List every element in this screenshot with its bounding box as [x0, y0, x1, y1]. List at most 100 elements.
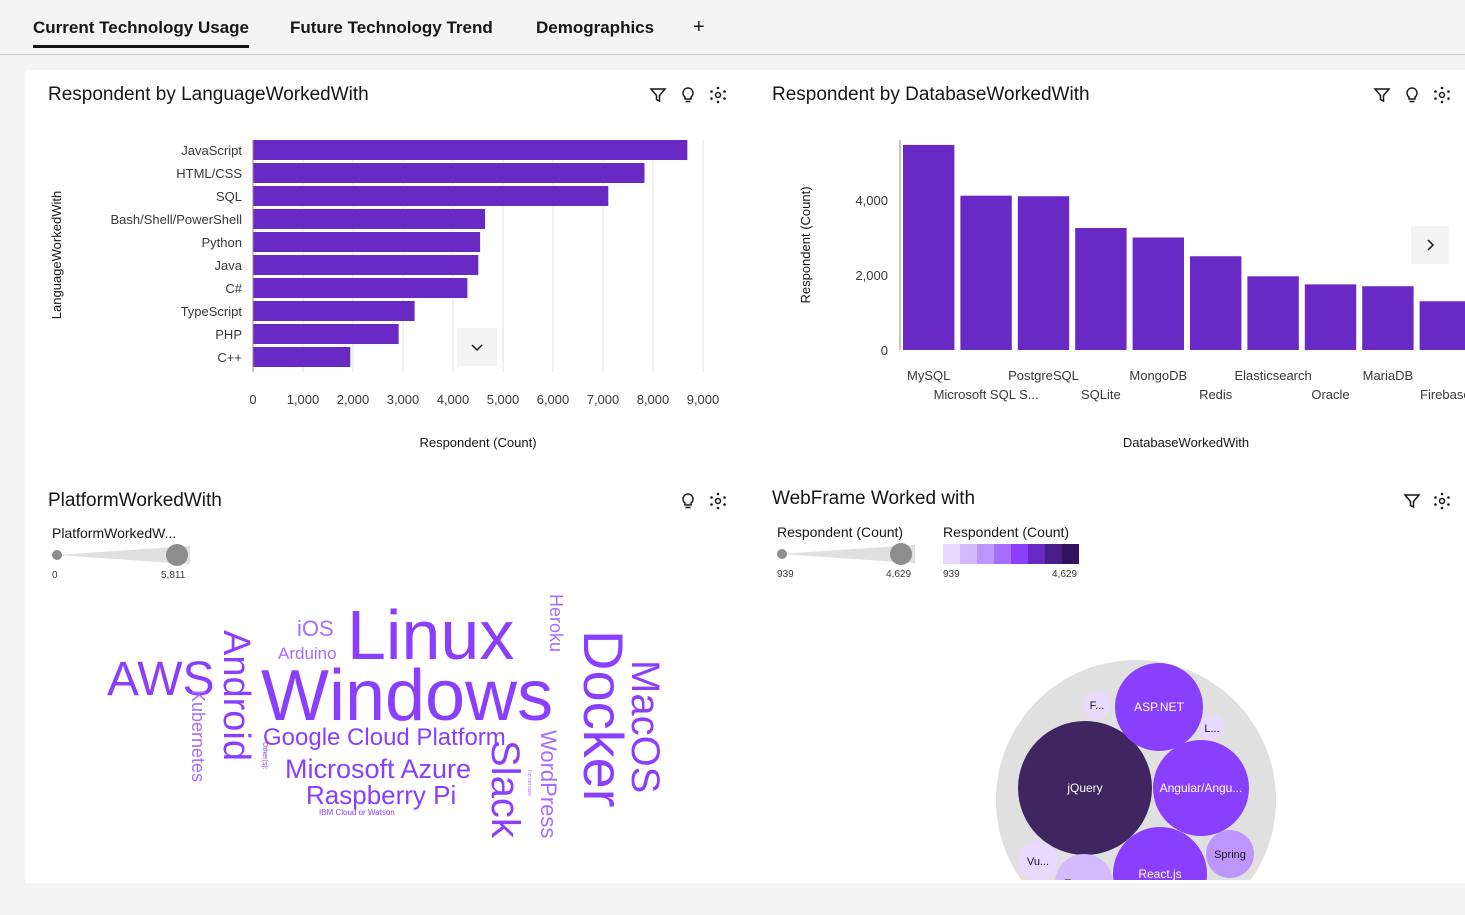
x-tick-label: 6,000 — [537, 392, 570, 407]
y-tick-label: Bash/Shell/PowerShell — [110, 212, 242, 227]
y-axis-title: LanguageWorkedWith — [49, 191, 64, 319]
settings-icon[interactable] — [709, 86, 727, 104]
cloud-word[interactable]: IBM Cloud or Watson — [319, 809, 395, 817]
cloud-word[interactable]: Raspberry Pi — [306, 782, 456, 808]
bubble-label: F... — [1090, 700, 1105, 712]
y-tick-label: C# — [225, 281, 242, 296]
cloud-word[interactable]: Arduino — [278, 645, 337, 662]
language-bar-chart: 0 1,000 2,000 3,000 4,000 5,000 6,000 7,000 8,00… — [49, 140, 720, 450]
bubble-label: ASP.NET — [1134, 700, 1184, 714]
bar — [1075, 227, 1127, 350]
cloud-word[interactable]: Google Cloud Platform — [263, 726, 506, 750]
bar — [1247, 276, 1299, 350]
bubble-label: React.js — [1138, 867, 1181, 880]
bubble-label: Vu... — [1027, 856, 1049, 868]
bar — [253, 209, 486, 229]
bubble-label: L... — [1204, 723, 1219, 735]
chevron-down-icon — [471, 344, 483, 352]
bar — [1017, 196, 1070, 350]
bar — [253, 278, 468, 298]
x-tick-label: Oracle — [1311, 387, 1349, 402]
tab-future-technology-trend[interactable]: Future Technology Trend — [290, 18, 493, 38]
x-tick-label: MySQL — [907, 368, 950, 383]
bubble-label: jQuery — [1066, 781, 1102, 795]
x-axis-title: Respondent (Count) — [419, 435, 536, 450]
y-tick-label: SQL — [216, 189, 242, 204]
x-tick-label: Redis — [1199, 387, 1233, 402]
cloud-word[interactable]: iOS — [297, 618, 334, 640]
x-tick-label: 2,000 — [337, 392, 370, 407]
widget-database[interactable]: Respondent by DatabaseWorkedWith 0 2,000 4… — [750, 70, 1465, 470]
x-tick-label: 7,000 — [587, 392, 620, 407]
x-tick-label: Elasticsearch — [1234, 368, 1311, 383]
filter-icon[interactable] — [1373, 86, 1391, 104]
widget-platform[interactable]: PlatformWorkedWith PlatformWorkedW... 0 … — [25, 480, 745, 880]
x-axis-title: DatabaseWorkedWith — [1123, 435, 1249, 450]
widget-title: Respondent by LanguageWorkedWith — [48, 84, 369, 105]
cloud-word[interactable]: Microsoft Azure — [285, 756, 471, 783]
bubble-label: Express — [1064, 878, 1104, 880]
chevron-right-icon — [1427, 239, 1435, 251]
y-tick-label: JavaScript — [181, 143, 242, 158]
bar — [960, 195, 1012, 350]
insight-bulb-icon[interactable] — [1403, 86, 1421, 104]
scroll-down-button[interactable] — [457, 328, 497, 366]
tab-bar: Current Technology Usage Future Technolo… — [0, 0, 1465, 55]
add-tab-button[interactable]: + — [693, 16, 705, 39]
tab-current-technology-usage[interactable]: Current Technology Usage — [33, 18, 249, 48]
widget-language[interactable]: Respondent by LanguageWorkedWith 0 1,000 2… — [25, 70, 745, 470]
word-cloud: Linux Windows AWS iOS Arduino Android Kubernet… — [25, 480, 745, 880]
y-tick-label: 0 — [881, 343, 888, 358]
x-tick-label: 9,000 — [687, 392, 720, 407]
cloud-word[interactable]: WordPress — [536, 730, 561, 838]
y-tick-label: PHP — [215, 327, 242, 342]
dashboard-canvas: Respondent by LanguageWorkedWith 0 1,000 2… — [25, 70, 1465, 883]
y-tick-label: Java — [215, 258, 243, 273]
y-tick-label: Python — [202, 235, 242, 250]
bar — [1190, 256, 1242, 350]
insight-bulb-icon[interactable] — [679, 86, 697, 104]
filter-icon[interactable] — [649, 86, 667, 104]
bar — [253, 163, 645, 183]
bar — [253, 255, 479, 275]
cloud-word[interactable]: Other(s): — [261, 742, 268, 770]
widget-toolbar — [1373, 86, 1451, 104]
widget-toolbar — [649, 86, 727, 104]
cloud-word[interactable]: MacOS — [623, 660, 667, 793]
x-tick-label: Firebase — [1420, 387, 1465, 402]
y-axis-title: Respondent (Count) — [798, 186, 813, 303]
next-page-button[interactable] — [1411, 226, 1449, 264]
y-tick-label: 4,000 — [855, 193, 888, 208]
webframe-bubble-chart: jQuery ASP.NET Angular/Angu... React.js Spri… — [996, 660, 1276, 880]
bar — [1304, 284, 1357, 350]
cloud-word[interactable]: Windows — [261, 660, 553, 732]
widget-webframe[interactable]: WebFrame Worked with Respondent (Count) … — [750, 480, 1465, 880]
cloud-word[interactable]: Kubernetes — [188, 690, 208, 782]
x-tick-label: 3,000 — [387, 392, 420, 407]
x-tick-label: 0 — [249, 392, 256, 407]
cloud-word[interactable]: Android — [215, 630, 257, 761]
y-tick-label: C++ — [217, 350, 242, 365]
bar — [253, 232, 481, 252]
y-tick-label: 2,000 — [855, 268, 888, 283]
y-tick-label: HTML/CSS — [176, 166, 242, 181]
cloud-word[interactable]: Slack — [483, 740, 527, 838]
bar — [1419, 301, 1465, 350]
settings-icon[interactable] — [1433, 86, 1451, 104]
x-tick-label: 8,000 — [637, 392, 670, 407]
x-tick-label: 1,000 — [287, 392, 320, 407]
x-tick-label: PostgreSQL — [1008, 368, 1079, 383]
x-tick-label: SQLite — [1081, 387, 1121, 402]
x-tick-label: 5,000 — [487, 392, 520, 407]
database-bar-chart: 0 2,000 4,000 MySQL Microsoft SQL S... Postgr… — [798, 140, 1465, 450]
y-tick-label: TypeScript — [181, 304, 243, 319]
bar — [253, 301, 415, 321]
tab-demographics[interactable]: Demographics — [536, 18, 654, 38]
cloud-word[interactable]: I'm not sure — [526, 770, 532, 796]
x-tick-label: Microsoft SQL S... — [934, 387, 1039, 402]
cloud-word[interactable]: Heroku — [546, 594, 566, 652]
bar — [253, 140, 688, 160]
bar — [1362, 286, 1414, 350]
bubble-label: Angular/Angu... — [1160, 781, 1243, 795]
x-tick-label: 4,000 — [437, 392, 470, 407]
